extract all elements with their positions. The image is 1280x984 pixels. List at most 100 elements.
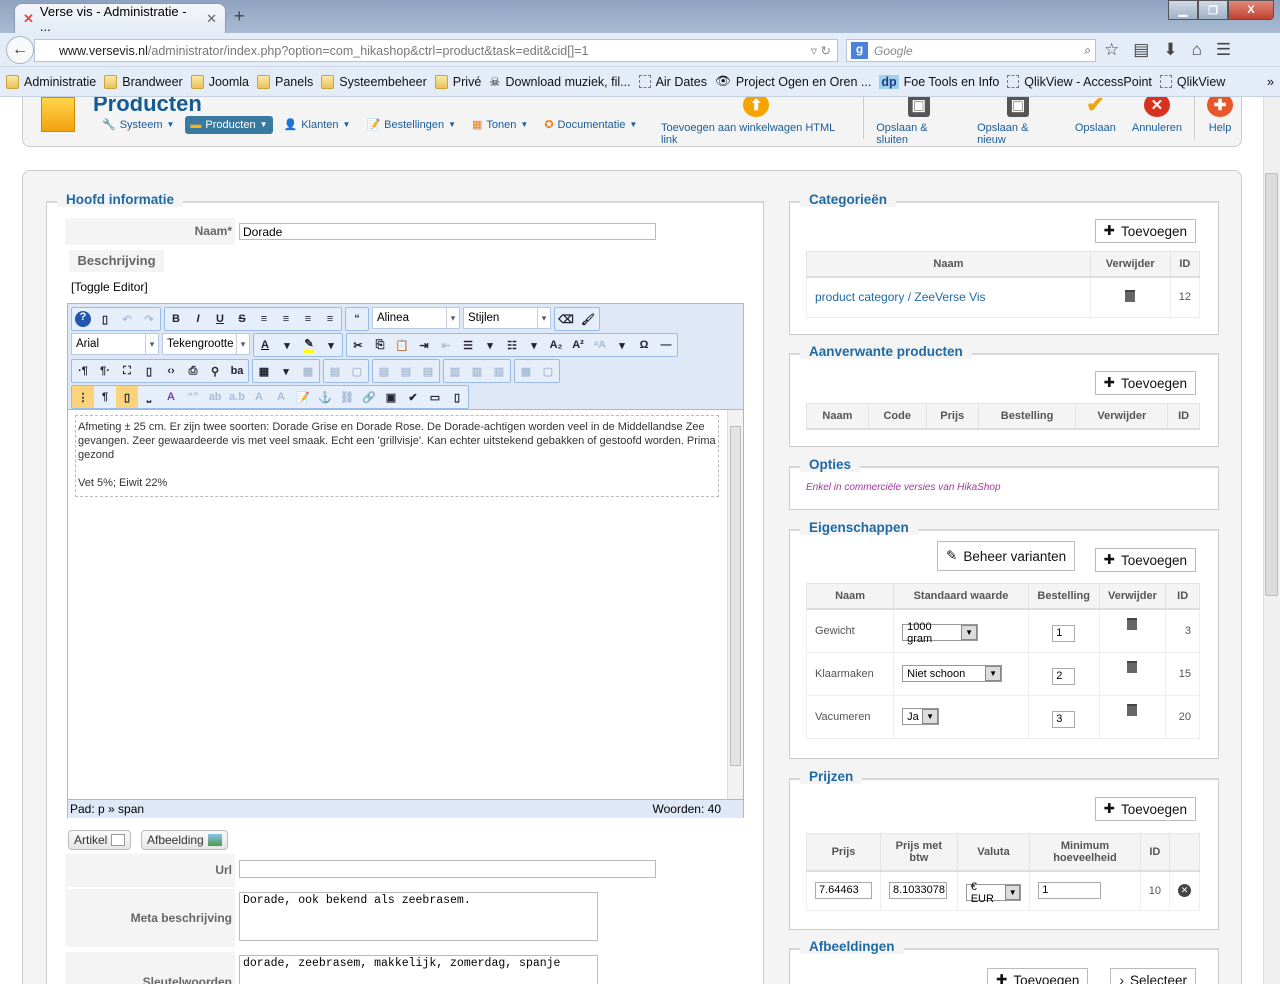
- indent-icon[interactable]: ⇥: [413, 334, 435, 356]
- anchor-icon[interactable]: ⚓: [314, 386, 336, 408]
- superscript-icon[interactable]: A²: [567, 334, 589, 356]
- ordered-list-dropdown-icon[interactable]: ▾: [479, 334, 501, 356]
- order-input[interactable]: 2: [1052, 668, 1076, 685]
- toggle-editor-link[interactable]: [Toggle Editor]: [71, 280, 148, 294]
- bold-icon[interactable]: B: [165, 308, 187, 330]
- menu-producten[interactable]: ▬ Producten ▼: [185, 115, 273, 134]
- visual-aid-icon[interactable]: ⋮: [72, 386, 94, 408]
- trash-icon[interactable]: [1125, 289, 1136, 302]
- strikethrough-icon[interactable]: S: [231, 308, 253, 330]
- back-button[interactable]: ←: [6, 36, 34, 64]
- bullet-list-icon[interactable]: ☷: [501, 334, 523, 356]
- price-input[interactable]: 7.64463: [815, 882, 872, 900]
- rtl-icon[interactable]: ¶·: [94, 360, 116, 382]
- action-button[interactable]: ▣ Opslaan & sluiten: [868, 97, 969, 146]
- font-size-select[interactable]: Tekengrootte: [162, 333, 250, 355]
- spellcheck-icon[interactable]: ✔: [402, 386, 424, 408]
- currency-select[interactable]: € EUR ▼: [965, 881, 1022, 905]
- highlight-dropdown-icon[interactable]: ▾: [320, 334, 342, 356]
- bookmark-item[interactable]: Panels: [257, 74, 313, 89]
- layout-icon[interactable]: ▯: [446, 386, 468, 408]
- table-dropdown-icon[interactable]: ▾: [275, 360, 297, 382]
- downloads-icon[interactable]: ⬇: [1163, 40, 1177, 60]
- editor-scrollbar[interactable]: [727, 410, 743, 799]
- insert-col-after-icon[interactable]: ▥: [466, 360, 488, 382]
- bookmark-item[interactable]: Privé: [434, 74, 481, 89]
- name-input[interactable]: Dorade: [239, 223, 656, 240]
- menu-systeem[interactable]: 🔧 Systeem ▼: [97, 115, 179, 134]
- add-property-button[interactable]: ✚ Toevoegen: [1094, 548, 1196, 572]
- search-input[interactable]: Google: [874, 44, 913, 58]
- template-icon[interactable]: ▯: [116, 386, 138, 408]
- link-icon[interactable]: 🔗: [358, 386, 380, 408]
- bookmark-item[interactable]: ☠ Download muziek, fil...: [489, 74, 630, 90]
- add-related-button[interactable]: ✚ Toevoegen: [1094, 371, 1196, 395]
- action-button[interactable]: ✚ Help: [1199, 97, 1241, 134]
- delete-row-icon[interactable]: ▤: [417, 360, 439, 382]
- order-input[interactable]: 1: [1052, 625, 1076, 643]
- page-scrollbar-thumb[interactable]: [1265, 173, 1278, 596]
- bookmark-star-icon[interactable]: ☆: [1104, 40, 1119, 60]
- cut-icon[interactable]: ✂: [347, 334, 369, 356]
- editor-content[interactable]: Afmeting ± 25 cm. Er zijn twee soorten: …: [68, 410, 727, 799]
- reload-icon[interactable]: ▿ ↻: [811, 43, 837, 58]
- image-button[interactable]: Afbeelding: [141, 830, 228, 850]
- highlight-icon[interactable]: ✎: [298, 334, 320, 356]
- bookmark-item[interactable]: Brandweer: [104, 74, 183, 89]
- close-window-button[interactable]: X: [1228, 0, 1274, 20]
- cite-icon[interactable]: “”: [182, 386, 204, 408]
- property-value-select[interactable]: Ja ▼: [902, 708, 940, 725]
- font-select[interactable]: Arial: [71, 333, 159, 355]
- fullscreen-icon[interactable]: ⛶: [116, 360, 138, 382]
- font-case-dropdown-icon[interactable]: ▾: [611, 334, 633, 356]
- property-value-select[interactable]: 1000 gram ▼: [902, 621, 979, 645]
- outdent-icon[interactable]: ⇤: [435, 334, 457, 356]
- styles-icon[interactable]: A: [160, 386, 182, 408]
- bookmark-item[interactable]: Systeembeheer: [321, 74, 427, 89]
- search-icon[interactable]: ⌕: [1084, 43, 1091, 58]
- format-select[interactable]: Alinea: [372, 307, 460, 329]
- align-center-icon[interactable]: ≡: [275, 308, 297, 330]
- action-button[interactable]: ⬆ Toevoegen aan winkelwagen HTML link: [653, 97, 859, 146]
- styles-select[interactable]: Stijlen: [463, 307, 551, 329]
- preview-icon[interactable]: ▯: [138, 360, 160, 382]
- meta-description-textarea[interactable]: Dorade, ook bekend als zeebrasem.: [239, 892, 598, 941]
- menu-icon[interactable]: ☰: [1216, 40, 1231, 60]
- bookmark-item[interactable]: dp Foe Tools en Info: [879, 74, 999, 89]
- abbr-icon[interactable]: ab: [204, 386, 226, 408]
- horizontal-rule-icon[interactable]: —: [655, 334, 677, 356]
- article-button[interactable]: Artikel: [68, 830, 132, 850]
- new-tab-button[interactable]: +: [234, 6, 245, 27]
- undo-icon[interactable]: ↶: [116, 308, 138, 330]
- font-case-icon[interactable]: ᵃA: [589, 334, 611, 356]
- minimize-button[interactable]: ▁: [1168, 0, 1198, 20]
- close-tab-icon[interactable]: ✕: [206, 11, 217, 27]
- split-cells-icon[interactable]: ▦: [515, 360, 537, 382]
- italic-icon[interactable]: I: [187, 308, 209, 330]
- delete-table-icon[interactable]: ▦: [297, 360, 319, 382]
- bookmark-item[interactable]: Administratie: [6, 74, 96, 89]
- menu-tonen[interactable]: ▦ Tonen ▼: [467, 115, 533, 134]
- show-blocks-icon[interactable]: ¶: [94, 386, 116, 408]
- add-category-button[interactable]: ✚ Toevoegen: [1094, 219, 1196, 243]
- delete-col-icon[interactable]: ▥: [488, 360, 510, 382]
- order-input[interactable]: 3: [1052, 711, 1076, 728]
- maximize-button[interactable]: ❐: [1198, 0, 1228, 20]
- bookmark-item[interactable]: Joomla: [190, 74, 249, 89]
- search-box[interactable]: g Google ⌕: [846, 39, 1096, 62]
- underline-icon[interactable]: U: [209, 308, 231, 330]
- bullet-list-dropdown-icon[interactable]: ▾: [523, 334, 545, 356]
- attributes-icon[interactable]: 📝: [292, 386, 314, 408]
- ltr-icon[interactable]: ·¶: [72, 360, 94, 382]
- home-icon[interactable]: ⌂: [1192, 40, 1202, 60]
- source-code-icon[interactable]: ‹›: [160, 360, 182, 382]
- manage-variants-button[interactable]: ✎ Beheer varianten: [937, 541, 1076, 571]
- align-right-icon[interactable]: ≡: [319, 308, 341, 330]
- insert-col-before-icon[interactable]: ▥: [444, 360, 466, 382]
- menu-bestellingen[interactable]: 📝 Bestellingen ▼: [361, 115, 461, 134]
- add-image-button[interactable]: ✚ Toevoegen: [987, 968, 1089, 984]
- print-icon[interactable]: ⎙: [182, 360, 204, 382]
- bookmark-item[interactable]: QlikView: [1159, 75, 1225, 89]
- new-document-icon[interactable]: ▯: [94, 308, 116, 330]
- replace-icon[interactable]: ba: [226, 360, 248, 382]
